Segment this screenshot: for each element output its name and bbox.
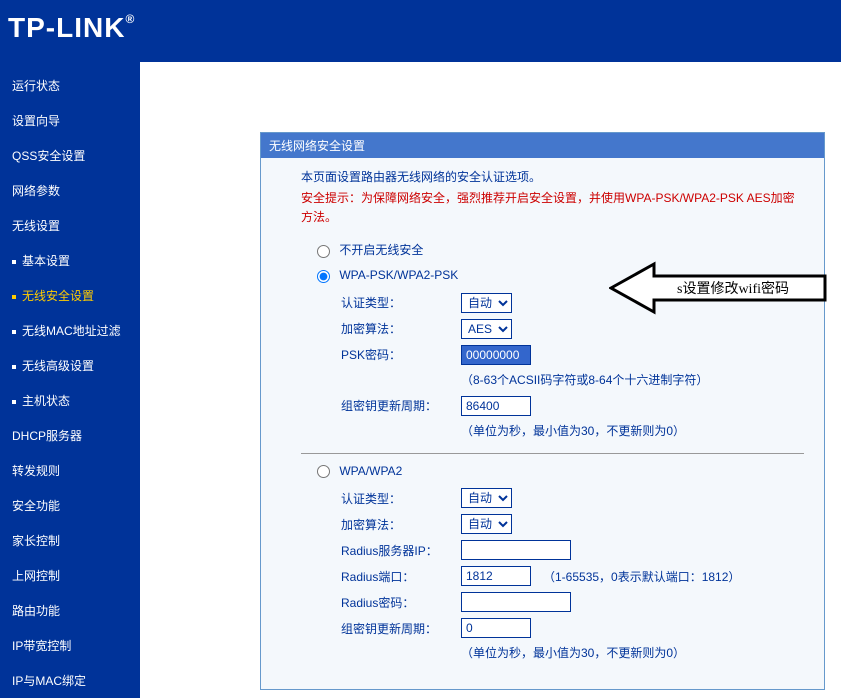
encryption2-label: 加密算法： (341, 516, 461, 533)
sidebar-item-qss[interactable]: QSS安全设置 (0, 138, 140, 173)
radius-port-label: Radius端口： (341, 568, 461, 585)
sidebar-item-parental[interactable]: 家长控制 (0, 523, 140, 558)
warning-text: 安全提示：为保障网络安全，强烈推荐开启安全设置，并使用WPA-PSK/WPA2-… (301, 189, 804, 227)
encryption-select[interactable]: AES (461, 319, 512, 339)
psk-hint: （8-63个ACSII码字符或8-64个十六进制字符） (461, 371, 804, 388)
sidebar-item-forward[interactable]: 转发规则 (0, 453, 140, 488)
sidebar-item-wireless[interactable]: 无线设置 (0, 208, 140, 243)
group-key2-input[interactable] (461, 618, 531, 638)
group-key-input[interactable] (461, 396, 531, 416)
radius-port-hint: （1-65535，0表示默认端口：1812） (543, 568, 740, 585)
sidebar-sub-security[interactable]: 无线安全设置 (0, 278, 140, 313)
encryption2-select[interactable]: 自动 (461, 514, 512, 534)
sidebar-item-routing[interactable]: 路由功能 (0, 593, 140, 628)
sidebar-item-access[interactable]: 上网控制 (0, 558, 140, 593)
sidebar-item-wizard[interactable]: 设置向导 (0, 103, 140, 138)
radius-ip-label: Radius服务器IP： (341, 542, 461, 559)
intro-text: 本页面设置路由器无线网络的安全认证选项。 (301, 168, 804, 185)
sidebar-sub-hoststatus[interactable]: 主机状态 (0, 383, 140, 418)
radio-wpa-input[interactable] (317, 465, 330, 478)
encryption-label: 加密算法： (341, 320, 461, 337)
logo: TP-LINK® (0, 0, 841, 44)
group-key2-hint: （单位为秒，最小值为30，不更新则为0） (461, 644, 804, 661)
radio-none[interactable]: 不开启无线安全 (317, 241, 804, 258)
separator (301, 453, 804, 454)
sidebar-sub-basic[interactable]: 基本设置 (0, 243, 140, 278)
sidebar-item-network[interactable]: 网络参数 (0, 173, 140, 208)
radius-ip-input[interactable] (461, 540, 571, 560)
radius-pwd-input[interactable] (461, 592, 571, 612)
sidebar-item-bandwidth[interactable]: IP带宽控制 (0, 628, 140, 663)
radius-port-input[interactable] (461, 566, 531, 586)
panel-title: 无线网络安全设置 (261, 133, 824, 158)
radio-none-input[interactable] (317, 245, 330, 258)
psk-input[interactable] (461, 345, 531, 365)
auth-type-label: 认证类型： (341, 294, 461, 311)
auth-type-select[interactable]: 自动 (461, 293, 512, 313)
sidebar-sub-macfilter[interactable]: 无线MAC地址过滤 (0, 313, 140, 348)
radio-wpapsk-input[interactable] (317, 270, 330, 283)
group-key-label: 组密钥更新周期： (341, 397, 461, 414)
psk-label: PSK密码： (341, 346, 461, 363)
sidebar-sub-advanced[interactable]: 无线高级设置 (0, 348, 140, 383)
sidebar-item-ipmac[interactable]: IP与MAC绑定 (0, 663, 140, 698)
sidebar-item-security[interactable]: 安全功能 (0, 488, 140, 523)
radius-pwd-label: Radius密码： (341, 594, 461, 611)
sidebar: 运行状态 设置向导 QSS安全设置 网络参数 无线设置 基本设置 无线安全设置 … (0, 62, 140, 698)
group-key2-label: 组密钥更新周期： (341, 620, 461, 637)
radio-wpa[interactable]: WPA/WPA2 (317, 464, 804, 478)
settings-panel: 无线网络安全设置 本页面设置路由器无线网络的安全认证选项。 安全提示：为保障网络… (260, 132, 825, 690)
sidebar-item-status[interactable]: 运行状态 (0, 68, 140, 103)
sidebar-item-dhcp[interactable]: DHCP服务器 (0, 418, 140, 453)
group-key-hint: （单位为秒，最小值为30，不更新则为0） (461, 422, 804, 439)
radio-wpapsk[interactable]: WPA-PSK/WPA2-PSK (317, 268, 804, 282)
auth-type2-label: 认证类型： (341, 490, 461, 507)
header: TP-LINK® (0, 0, 841, 62)
auth-type2-select[interactable]: 自动 (461, 488, 512, 508)
